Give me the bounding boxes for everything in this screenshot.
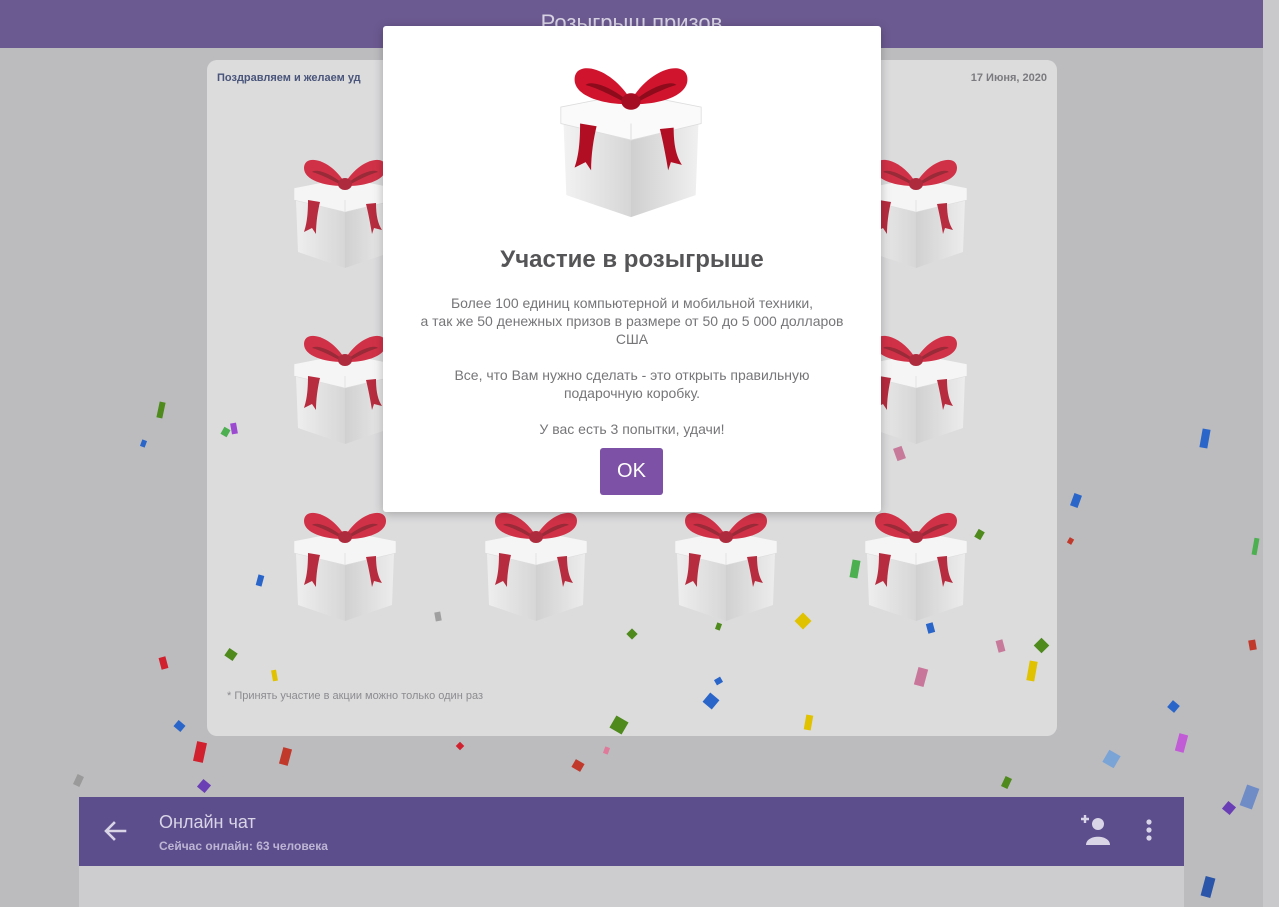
online-status: Сейчас онлайн: 63 человека: [159, 839, 328, 853]
modal-text-line: Более 100 единиц компьютерной и мобильно…: [450, 295, 814, 311]
confetti: [1066, 537, 1075, 545]
confetti: [455, 741, 465, 751]
confetti: [196, 778, 212, 794]
chat-body: [79, 866, 1184, 907]
confetti: [158, 656, 169, 670]
confetti: [1174, 733, 1189, 753]
modal-text-line: подарочную коробку.: [563, 385, 701, 401]
gift-box[interactable]: [481, 501, 591, 626]
prize-modal: Участие в розыгрыше Более 100 единиц ком…: [383, 26, 881, 512]
confetti: [1221, 800, 1237, 816]
gift-box[interactable]: [290, 501, 400, 626]
confetti: [1239, 784, 1260, 810]
more-vert-icon[interactable]: [1137, 817, 1161, 847]
modal-text-line: США: [615, 331, 649, 347]
confetti: [1001, 776, 1012, 789]
confetti: [278, 747, 293, 766]
gift-box[interactable]: [861, 501, 971, 626]
confetti: [1167, 700, 1180, 713]
confetti: [434, 611, 442, 622]
confetti: [571, 759, 585, 772]
online-label: Сейчас онлайн:: [159, 839, 253, 853]
confetti: [1248, 639, 1257, 651]
gift-box[interactable]: [671, 501, 781, 626]
modal-text-line: Все, что Вам нужно сделать - это открыть…: [454, 367, 810, 383]
confetti: [1102, 749, 1121, 769]
confetti: [73, 774, 84, 787]
confetti: [156, 401, 166, 419]
gift-icon: [555, 52, 707, 224]
add-user-icon[interactable]: [1079, 813, 1113, 847]
confetti: [139, 439, 148, 448]
chat-title: Онлайн чат: [159, 812, 256, 832]
confetti: [1200, 876, 1216, 898]
confetti: [1199, 428, 1211, 449]
participation-note: * Принять участие в акции можно только о…: [227, 690, 483, 702]
attempts-text: У вас есть 3 попытки, удачи!: [539, 421, 725, 437]
chat-bar: Онлайн чат Сейчас онлайн: 63 человека: [79, 797, 1184, 866]
ok-button[interactable]: OK: [600, 448, 663, 495]
modal-text-line: а так же 50 денежных призов в размере от…: [420, 313, 844, 329]
confetti: [173, 720, 186, 732]
confetti: [1070, 493, 1082, 508]
arrow-left-icon[interactable]: [99, 815, 131, 847]
modal-text: Более 100 единиц компьютерной и мобильно…: [393, 294, 871, 438]
congrats-text: Поздравляем и желаем уд: [217, 72, 361, 84]
confetti: [193, 741, 207, 763]
confetti: [1251, 537, 1260, 556]
modal-title: Участие в розыгрыше: [500, 246, 764, 273]
date-label: 17 Июня, 2020: [970, 72, 1047, 84]
scrollbar[interactable]: [1263, 0, 1279, 907]
online-count: 63 человека: [256, 839, 328, 853]
confetti: [602, 746, 611, 755]
